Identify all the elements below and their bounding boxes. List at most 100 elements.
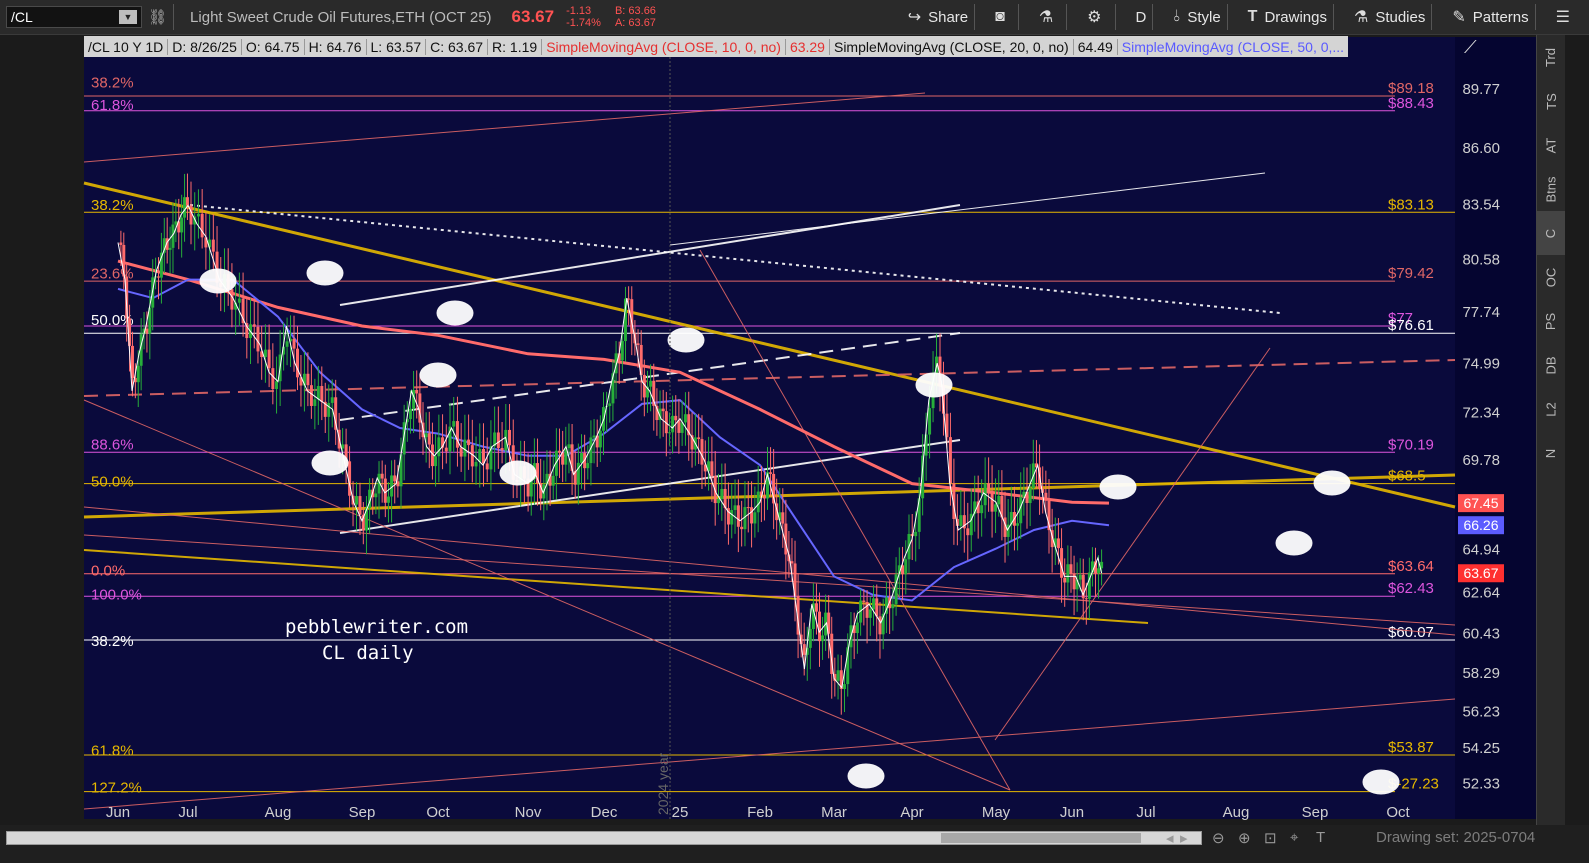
candle-body xyxy=(740,526,744,530)
candle-body xyxy=(459,447,463,457)
candle-body xyxy=(1097,568,1101,574)
tab-ps[interactable]: PS xyxy=(1537,299,1565,343)
zoom-in-icon[interactable]: ⊕ xyxy=(1238,829,1251,847)
text-tool-icon[interactable]: T xyxy=(1316,829,1325,846)
chart-area[interactable]: $89.18 $88.43 $83.13 $79.42 $77 $76.61 $70.19 $… xyxy=(0,35,1589,835)
y-tick-label: 56.23 xyxy=(1462,703,1500,720)
timeframe-button[interactable]: D xyxy=(1136,9,1147,26)
change-percent: -1.74% xyxy=(566,17,601,29)
right-panel-tabs: Trd TS AT Btns C OC PS DB L2 N xyxy=(1536,35,1565,825)
candle-body xyxy=(485,463,489,470)
flask-button[interactable]: ⚗ xyxy=(1039,7,1060,27)
candle-body xyxy=(875,598,879,617)
candle-body xyxy=(990,491,994,512)
tab-l2[interactable]: L2 xyxy=(1537,387,1565,431)
candle-body xyxy=(580,453,584,463)
horizontal-scrollbar[interactable] xyxy=(6,831,1202,845)
fib-percent-label: 38.2% xyxy=(91,633,134,650)
highlight-marker xyxy=(436,300,474,326)
patterns-button[interactable]: ✎ Patterns xyxy=(1452,7,1528,27)
candle-body xyxy=(119,242,123,245)
scrollbar-thumb[interactable] xyxy=(941,833,1141,843)
studies-button[interactable]: ⚗ Studies xyxy=(1354,7,1425,27)
price-badge-label: 67.45 xyxy=(1463,495,1498,511)
price-level-label: $88.43 xyxy=(1388,95,1434,112)
fib-percent-label: 127.2% xyxy=(91,780,142,797)
share-button[interactable]: ↪ Share xyxy=(908,7,968,27)
y-tick-label: 89.77 xyxy=(1462,81,1500,98)
symbol-input[interactable]: /CL ▼ xyxy=(6,6,142,28)
top-toolbar: /CL ▼ ⛓ Light Sweet Crude Oil Futures,ET… xyxy=(0,0,1589,35)
bar-high: H: 64.76 xyxy=(305,38,367,55)
highlight-marker xyxy=(199,268,237,294)
zoom-out-icon[interactable]: ⊖ xyxy=(1212,829,1225,847)
price-chart[interactable]: $89.18$88.43$83.13$79.42$77$76.61$70.19$… xyxy=(0,35,1536,825)
bid-ask: B: 63.66 A: 63.67 xyxy=(615,5,656,29)
zoom-fit-icon[interactable]: ⊡ xyxy=(1264,829,1277,847)
candle-body xyxy=(295,348,299,378)
tab-db[interactable]: DB xyxy=(1537,343,1565,387)
price-level-label: $79.42 xyxy=(1388,265,1434,282)
candle-body xyxy=(733,505,737,511)
price-level-label: $70.19 xyxy=(1388,436,1434,453)
candle-body xyxy=(717,499,721,504)
tab-oc[interactable]: OC xyxy=(1537,255,1565,299)
camera-button[interactable]: ◙ xyxy=(995,8,1012,26)
fib-percent-label: 50.0% xyxy=(91,474,134,491)
highlight-marker xyxy=(915,372,953,398)
scroll-right-icon[interactable]: ▸ xyxy=(1180,829,1188,847)
highlight-marker xyxy=(667,327,705,353)
candle-body xyxy=(275,381,279,390)
candle-body xyxy=(463,439,467,457)
watermark-line1: pebblewriter.com xyxy=(285,616,468,638)
candle-body xyxy=(256,326,260,352)
candle-body xyxy=(408,408,412,420)
x-tick-label: May xyxy=(982,804,1011,821)
menu-button[interactable]: ☰ xyxy=(1556,7,1577,27)
plot-background xyxy=(84,37,1455,819)
settings-button[interactable]: ⚙ xyxy=(1087,7,1108,27)
scroll-left-icon[interactable]: ◂ xyxy=(1166,829,1174,847)
candle-body xyxy=(500,447,504,451)
y-tick-label: 54.25 xyxy=(1462,740,1500,757)
candle-body xyxy=(1056,538,1060,549)
style-icon: ⫰ xyxy=(1173,8,1181,25)
tab-ts[interactable]: TS xyxy=(1537,79,1565,123)
candle-body xyxy=(620,341,624,361)
tab-c[interactable]: C xyxy=(1537,211,1565,255)
tab-n[interactable]: N xyxy=(1537,431,1565,475)
fib-percent-label: 61.8% xyxy=(91,742,134,759)
x-tick-label: Apr xyxy=(900,804,923,821)
style-button[interactable]: ⫰ Style xyxy=(1173,8,1220,26)
candle-body xyxy=(683,414,687,423)
candle-body xyxy=(1066,564,1070,583)
candle-body xyxy=(434,456,438,467)
candle-body xyxy=(790,561,794,564)
x-tick-label: 25 xyxy=(672,804,689,821)
candle-body xyxy=(1044,492,1048,501)
candle-body xyxy=(966,528,970,536)
bar-low: L: 63.57 xyxy=(367,38,427,55)
candle-body xyxy=(994,504,998,512)
candle-body xyxy=(551,475,555,486)
candle-body xyxy=(415,389,419,394)
chart-period: /CL 10 Y 1D xyxy=(84,38,169,55)
drawing-tool-icon[interactable]: ⌖ xyxy=(1290,829,1298,846)
watermark-line2: CL daily xyxy=(322,642,414,664)
tab-trd[interactable]: Trd xyxy=(1537,35,1565,79)
candle-body xyxy=(467,439,471,446)
tab-btns[interactable]: Btns xyxy=(1537,167,1565,211)
candle-body xyxy=(821,635,825,642)
drawings-button[interactable]: T Drawings xyxy=(1248,8,1327,26)
price-level-label: $83.13 xyxy=(1388,196,1434,213)
bottom-bar: ◂ ▸ ⊖ ⊕ ⊡ ⌖ T Drawing set: 2025-0704 xyxy=(0,825,1589,863)
x-tick-label: Feb xyxy=(747,804,773,821)
candle-body xyxy=(292,338,296,349)
x-tick-label: Jun xyxy=(106,804,130,821)
candle-body xyxy=(271,368,275,390)
tab-at[interactable]: AT xyxy=(1537,123,1565,167)
candle-body xyxy=(437,437,441,457)
chevron-down-icon[interactable]: ▼ xyxy=(119,10,137,24)
candle-body xyxy=(306,373,310,386)
link-icon[interactable]: ⛓ xyxy=(148,8,167,26)
